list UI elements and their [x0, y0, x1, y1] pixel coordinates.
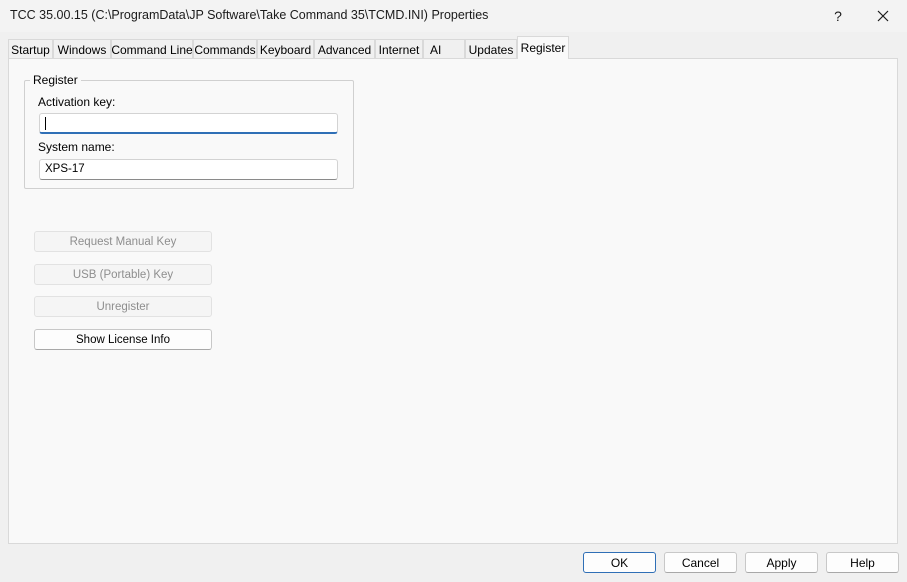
- usb-portable-key-button[interactable]: USB (Portable) Key: [34, 264, 212, 285]
- cancel-button[interactable]: Cancel: [664, 552, 737, 573]
- apply-button[interactable]: Apply: [745, 552, 818, 573]
- tab-command-line[interactable]: Command Line: [111, 39, 193, 59]
- close-button[interactable]: [860, 0, 906, 32]
- tab-commands[interactable]: Commands: [193, 39, 257, 59]
- register-group: Register Activation key: System name: XP…: [24, 73, 354, 189]
- unregister-button[interactable]: Unregister: [34, 296, 212, 317]
- text-caret: [45, 117, 46, 130]
- tab-keyboard[interactable]: Keyboard: [257, 39, 314, 59]
- close-icon: [877, 10, 889, 22]
- activation-key-input[interactable]: [39, 113, 338, 134]
- show-license-info-button[interactable]: Show License Info: [34, 329, 212, 350]
- help-title-button[interactable]: ?: [815, 0, 861, 32]
- system-name-value: XPS-17: [45, 163, 85, 175]
- tab-register[interactable]: Register: [517, 36, 569, 59]
- tab-windows[interactable]: Windows: [53, 39, 111, 59]
- system-name-input[interactable]: XPS-17: [39, 159, 338, 180]
- activation-key-label: Activation key:: [38, 95, 116, 109]
- tab-startup[interactable]: Startup: [8, 39, 53, 59]
- ok-button[interactable]: OK: [583, 552, 656, 573]
- tab-internet[interactable]: Internet: [375, 39, 423, 59]
- request-manual-key-button[interactable]: Request Manual Key: [34, 231, 212, 252]
- register-tab-panel: Register Activation key: System name: XP…: [8, 58, 898, 544]
- title-bar: TCC 35.00.15 (C:\ProgramData\JP Software…: [0, 0, 907, 32]
- tab-strip: Startup Windows Command Line Commands Ke…: [8, 36, 898, 59]
- help-button[interactable]: Help: [826, 552, 899, 573]
- system-name-label: System name:: [38, 140, 115, 154]
- tab-updates[interactable]: Updates: [465, 39, 517, 59]
- tab-advanced[interactable]: Advanced: [314, 39, 375, 59]
- register-group-title: Register: [30, 73, 81, 87]
- tab-ai[interactable]: AI: [423, 39, 465, 59]
- window-title: TCC 35.00.15 (C:\ProgramData\JP Software…: [10, 8, 489, 22]
